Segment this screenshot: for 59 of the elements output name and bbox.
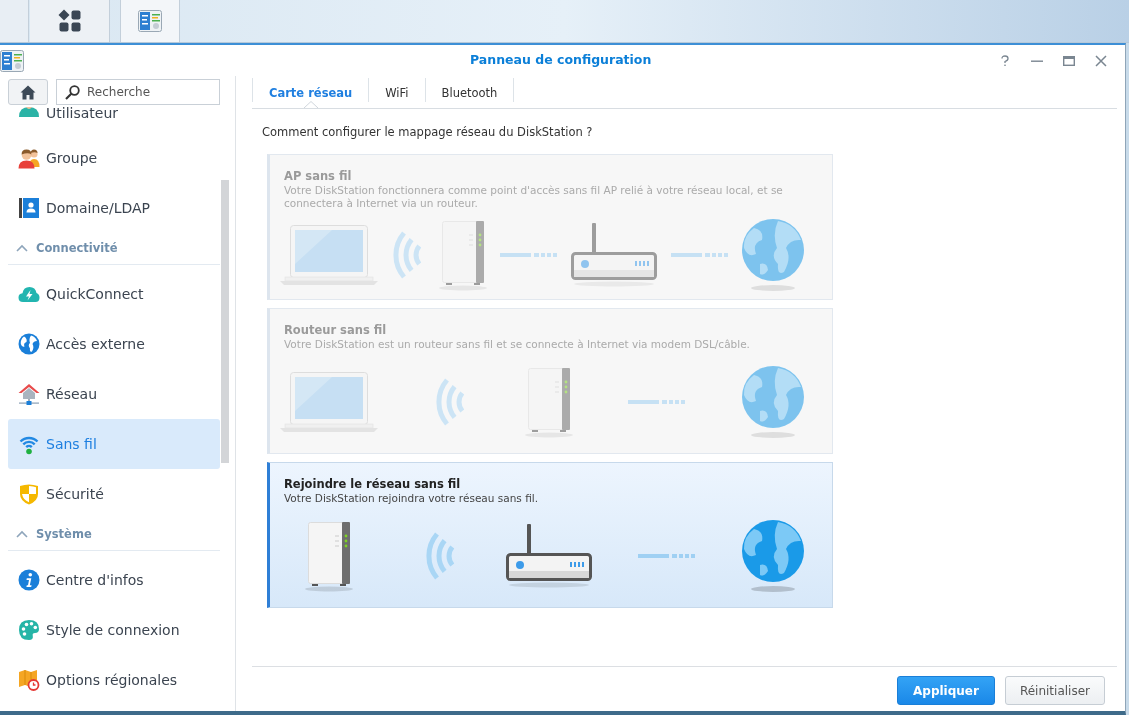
apps-grid-icon — [57, 9, 82, 33]
help-icon — [999, 54, 1011, 67]
nas-icon — [304, 520, 354, 592]
sidebar-item[interactable]: Accès externe — [8, 319, 220, 369]
sidebar-item[interactable]: Utilisateur — [8, 105, 220, 133]
reset-button[interactable]: Réinitialiser — [1004, 676, 1105, 705]
map-clock-icon — [18, 669, 40, 691]
tab[interactable]: WiFi — [369, 78, 425, 108]
connection-line — [671, 252, 728, 257]
cloud-lightning-icon — [18, 285, 40, 303]
sidebar-item[interactable]: Groupe — [8, 133, 220, 183]
taskbar-app-button[interactable] — [120, 0, 180, 42]
palette-icon — [18, 619, 40, 641]
control-panel-icon — [138, 10, 162, 32]
shield-icon — [18, 483, 40, 505]
connection-line — [628, 400, 686, 404]
globe-icon — [740, 519, 806, 593]
globe-icon — [18, 333, 40, 355]
option-description: Votre DiskStation fonctionnera comme point d'accès sans fil AP relié à votre réseau local, et se connectera à Internet via un routeur. — [284, 184, 784, 210]
laptop-icon — [280, 223, 378, 286]
house-network-icon — [18, 383, 40, 405]
scrollbar-thumb[interactable] — [221, 180, 229, 463]
sidebar-item[interactable]: Centre d'infos — [8, 555, 220, 605]
sidebar-item[interactable]: Sécurité — [8, 469, 220, 519]
sidebar-item[interactable]: QuickConnect — [8, 269, 220, 319]
option-description: Votre DiskStation est un routeur sans fil et se connecte à Internet via modem DSL/câble. — [284, 338, 751, 351]
globe-icon — [740, 217, 806, 292]
close-icon — [1095, 54, 1107, 67]
sidebar-item[interactable]: Domaine/LDAP — [8, 183, 220, 233]
option-card[interactable]: Rejoindre le réseau sans fil Votre DiskStation rejoindra votre réseau sans fil. — [267, 462, 833, 608]
maximize-icon — [1063, 54, 1075, 67]
router-icon — [569, 222, 659, 287]
info-icon — [18, 569, 40, 591]
search-field[interactable]: Recherche — [56, 79, 220, 105]
contact-card-icon — [18, 197, 40, 219]
main-menu-button[interactable] — [30, 0, 110, 42]
router-icon — [503, 524, 594, 588]
connection-line — [638, 554, 696, 558]
tab[interactable]: Carte réseau — [253, 78, 369, 108]
nas-icon — [523, 366, 574, 438]
sidebar-item[interactable]: Réseau — [8, 369, 220, 419]
question-text: Comment configurer le mappage réseau du DiskStation ? — [261, 124, 594, 140]
option-description: Votre DiskStation rejoindra votre réseau sans fil. — [284, 492, 539, 505]
option-title: AP sans fil — [284, 169, 353, 184]
option-title: Routeur sans fil — [284, 323, 388, 338]
window-title: Panneau de configuration — [470, 52, 652, 68]
globe-icon — [740, 365, 806, 439]
sidebar-item[interactable]: Options régionales — [8, 655, 220, 705]
sidebar-item[interactable]: Style de connexion — [8, 605, 220, 655]
group-icon — [18, 147, 40, 169]
home-button[interactable] — [8, 79, 48, 105]
home-icon — [20, 84, 36, 100]
connection-line — [500, 252, 557, 257]
tab[interactable]: Bluetooth — [425, 78, 514, 108]
option-title: Rejoindre le réseau sans fil — [284, 477, 462, 492]
user-icon — [18, 105, 40, 117]
nas-icon — [438, 218, 488, 291]
laptop-icon — [280, 371, 378, 433]
search-icon — [65, 85, 80, 100]
